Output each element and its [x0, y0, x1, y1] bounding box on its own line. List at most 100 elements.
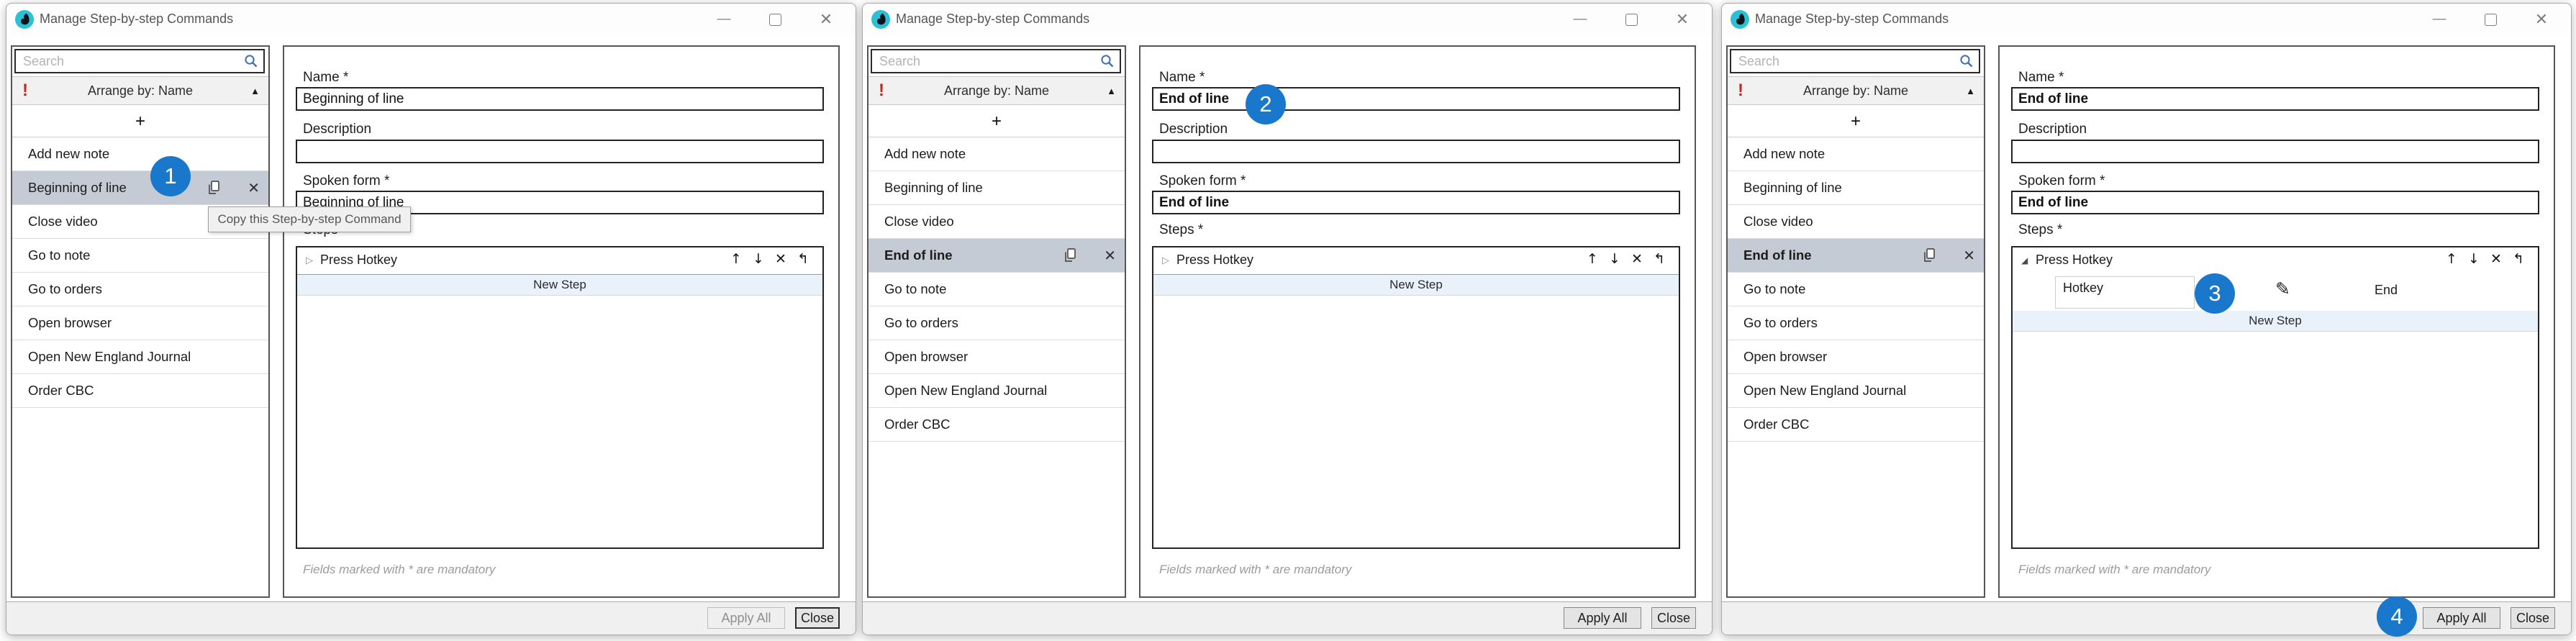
titlebar[interactable]: Manage Step-by-step Commands — ✕ — [6, 4, 856, 35]
add-command-button[interactable]: + — [12, 106, 268, 137]
command-list-item[interactable]: Order CBC — [12, 374, 268, 408]
command-list-item[interactable]: Close video — [869, 205, 1125, 239]
command-list-item[interactable]: Open browser — [869, 340, 1125, 374]
command-label: Add new note — [1743, 146, 1825, 162]
arrange-by-header[interactable]: ! Arrange by: Name ▲ — [12, 76, 268, 105]
delete-step-icon[interactable]: ✕ — [774, 251, 787, 267]
arrange-by-header[interactable]: ! Arrange by: Name ▲ — [1728, 76, 1984, 105]
command-list-item[interactable]: Go to orders — [1728, 306, 1984, 340]
delete-icon[interactable]: ✕ — [248, 179, 260, 197]
collapse-caret-icon[interactable]: ▲ — [1966, 86, 1975, 96]
command-list-item[interactable]: Open New England Journal — [869, 374, 1125, 408]
command-list-item[interactable]: Add new note — [12, 137, 268, 171]
command-list-item[interactable]: Add new note — [869, 137, 1125, 171]
command-label: Add new note — [884, 146, 966, 162]
hotkey-field-cell[interactable]: Hotkey — [2055, 276, 2195, 309]
command-list-item[interactable]: Close video — [1728, 205, 1984, 239]
minimize-icon[interactable]: — — [1564, 7, 1596, 32]
command-list-item[interactable]: Open New England Journal — [1728, 374, 1984, 408]
titlebar[interactable]: Manage Step-by-step Commands — ✕ — [863, 4, 1712, 35]
step-header[interactable]: ▷ Press Hotkey ↑ ↓ ✕ ↰ — [1153, 247, 1679, 275]
undo-step-icon[interactable]: ↰ — [1653, 251, 1666, 267]
search-input[interactable] — [872, 50, 1095, 72]
delete-icon[interactable]: ✕ — [1104, 247, 1116, 265]
command-list-panel: ! Arrange by: Name ▲ + Add new note Begi… — [1726, 45, 1985, 598]
maximize-icon[interactable] — [759, 7, 791, 32]
add-command-button[interactable]: + — [869, 106, 1125, 137]
search-input[interactable] — [1731, 50, 1954, 72]
new-step-button[interactable]: New Step — [2013, 311, 2538, 332]
copy-icon[interactable] — [206, 179, 222, 196]
arrange-by-header[interactable]: ! Arrange by: Name ▲ — [869, 76, 1125, 105]
command-list-item[interactable]: Open New England Journal — [12, 340, 268, 374]
minimize-icon[interactable]: — — [708, 7, 740, 32]
apply-all-button[interactable]: Apply All — [707, 607, 785, 629]
move-step-up-icon[interactable]: ↑ — [1586, 251, 1599, 267]
move-step-down-icon[interactable]: ↓ — [1608, 251, 1621, 267]
command-list-item[interactable]: Open browser — [1728, 340, 1984, 374]
command-list-item[interactable]: Go to orders — [869, 306, 1125, 340]
close-window-icon[interactable]: ✕ — [810, 7, 842, 32]
search-icon[interactable] — [1959, 53, 1974, 69]
maximize-icon[interactable] — [2475, 7, 2506, 32]
search-icon[interactable] — [243, 53, 259, 69]
command-list-item[interactable]: Add new note — [1728, 137, 1984, 171]
command-list-item[interactable]: Go to note — [1728, 273, 1984, 306]
description-field[interactable] — [2011, 140, 2539, 163]
close-window-icon[interactable]: ✕ — [2526, 7, 2557, 32]
spoken-form-field[interactable] — [1152, 191, 1680, 214]
new-step-button[interactable]: New Step — [297, 275, 822, 296]
delete-step-icon[interactable]: ✕ — [2490, 251, 2503, 267]
description-field[interactable] — [296, 140, 824, 163]
new-step-button[interactable]: New Step — [1153, 275, 1679, 296]
add-command-button[interactable]: + — [1728, 106, 1984, 137]
command-list-item[interactable]: Beginning of line — [869, 171, 1125, 205]
move-step-up-icon[interactable]: ↑ — [730, 251, 743, 267]
search-icon[interactable] — [1099, 53, 1115, 69]
hotkey-detail-row: Hotkey ✎ End — [2013, 274, 2538, 310]
command-list-item[interactable]: Beginning of line — [1728, 171, 1984, 205]
command-list-item[interactable]: Beginning of line ✕ — [12, 171, 268, 205]
step-header[interactable]: ▷ Press Hotkey ↑ ↓ ✕ ↰ — [297, 247, 822, 275]
name-field[interactable] — [1152, 87, 1680, 111]
command-list-item[interactable]: Go to orders — [12, 273, 268, 306]
move-step-up-icon[interactable]: ↑ — [2445, 251, 2458, 267]
command-list-item[interactable]: Order CBC — [869, 408, 1125, 442]
move-step-down-icon[interactable]: ↓ — [2467, 251, 2480, 267]
command-list-item[interactable]: Go to note — [12, 239, 268, 273]
apply-all-button[interactable]: Apply All — [1564, 607, 1641, 629]
close-button[interactable]: Close — [2511, 607, 2555, 629]
minimize-icon[interactable]: — — [2423, 7, 2455, 32]
command-list-item[interactable]: End of line ✕ — [869, 239, 1125, 273]
step-header[interactable]: ◢ Press Hotkey ↑ ↓ ✕ ↰ — [2013, 247, 2538, 275]
name-field[interactable] — [2011, 87, 2539, 111]
spoken-form-field[interactable] — [2011, 191, 2539, 214]
undo-step-icon[interactable]: ↰ — [2512, 251, 2525, 267]
command-list-item[interactable]: End of line ✕ — [1728, 239, 1984, 273]
delete-step-icon[interactable]: ✕ — [1631, 251, 1643, 267]
expander-expanded-icon[interactable]: ◢ — [2021, 255, 2028, 265]
move-step-down-icon[interactable]: ↓ — [752, 251, 765, 267]
expander-collapsed-icon[interactable]: ▷ — [1162, 255, 1169, 266]
command-label: Beginning of line — [1743, 180, 1842, 196]
apply-all-button[interactable]: Apply All — [2423, 607, 2500, 629]
copy-icon[interactable] — [1062, 247, 1078, 264]
expander-collapsed-icon[interactable]: ▷ — [306, 255, 313, 266]
command-list-item[interactable]: Open browser — [12, 306, 268, 340]
edit-pencil-icon[interactable]: ✎ — [2275, 278, 2290, 299]
close-button[interactable]: Close — [795, 607, 840, 629]
description-field[interactable] — [1152, 140, 1680, 163]
maximize-icon[interactable] — [1615, 7, 1647, 32]
copy-icon[interactable] — [1921, 247, 1937, 264]
collapse-caret-icon[interactable]: ▲ — [250, 86, 260, 96]
command-list-item[interactable]: Order CBC — [1728, 408, 1984, 442]
close-button[interactable]: Close — [1651, 607, 1696, 629]
search-input[interactable] — [16, 50, 239, 72]
undo-step-icon[interactable]: ↰ — [797, 251, 809, 267]
name-field[interactable] — [296, 87, 824, 111]
close-window-icon[interactable]: ✕ — [1666, 7, 1698, 32]
titlebar[interactable]: Manage Step-by-step Commands — ✕ — [1722, 4, 2571, 35]
command-list-item[interactable]: Go to note — [869, 273, 1125, 306]
delete-icon[interactable]: ✕ — [1963, 247, 1975, 265]
collapse-caret-icon[interactable]: ▲ — [1107, 86, 1116, 96]
